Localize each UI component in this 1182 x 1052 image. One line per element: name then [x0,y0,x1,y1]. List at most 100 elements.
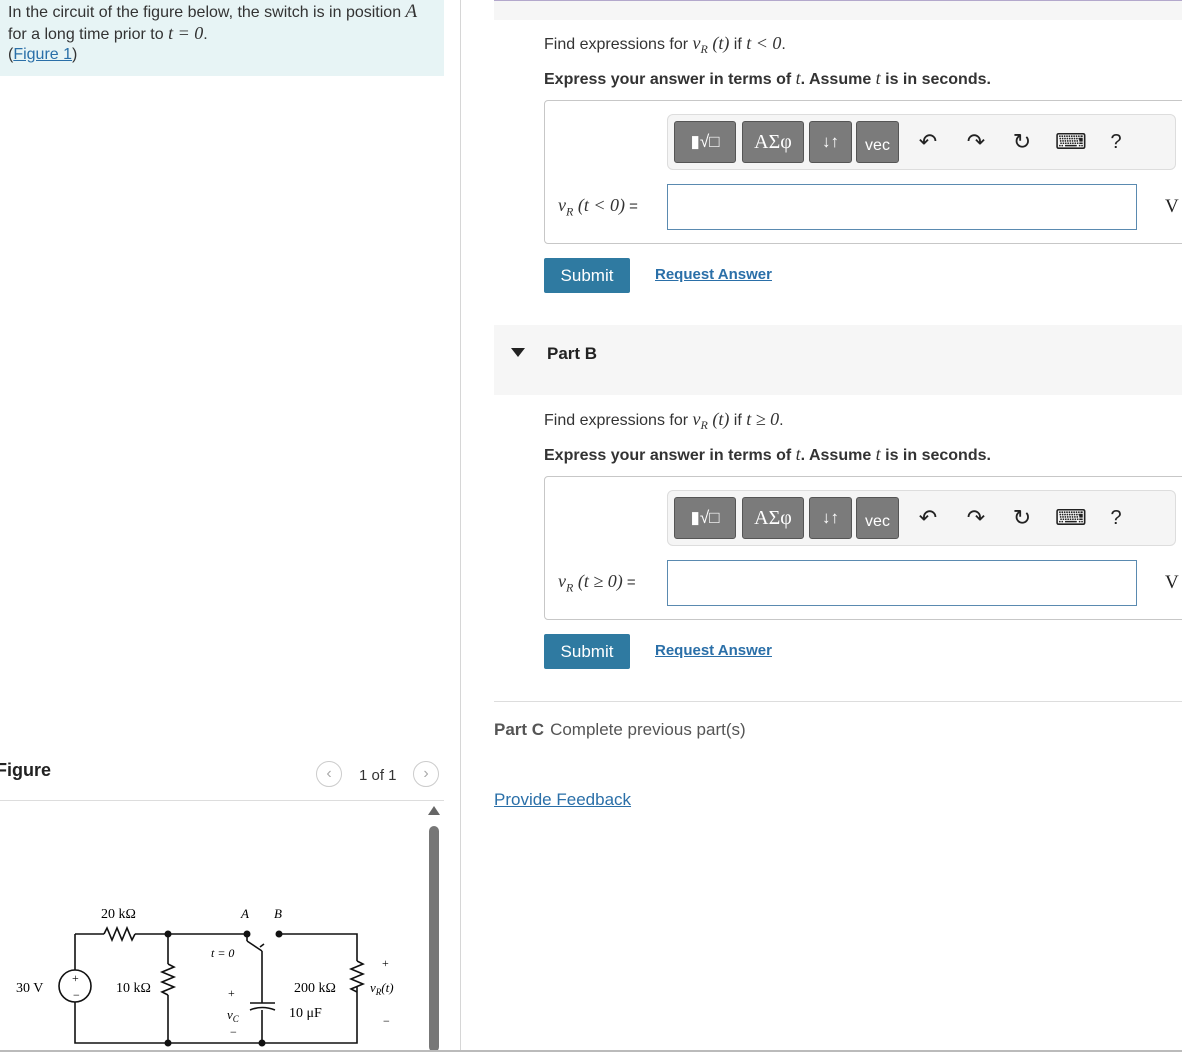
problem-var-a: A [405,1,418,22]
vec-label: vec [865,137,890,154]
problem-period: . [203,26,208,43]
part-a-prompt-end: . [781,36,786,53]
vc-plus: + [228,986,235,1000]
redo-button[interactable]: ↷ [963,129,989,155]
vc-label: vC [227,1007,240,1024]
part-b-instruction: Express your answer in terms of t. Assum… [544,444,991,465]
part-a-label-arg: (t < 0) [573,195,625,215]
templates-button[interactable]: ▮√□ [674,121,736,163]
part-a-header-strip [494,0,1182,20]
vr-arg: (t) [381,980,393,995]
reset-icon: ↻ [1012,505,1032,530]
part-b-title: Part B [547,344,598,363]
part-a-prompt-arg: (t) [707,33,730,53]
part-a-label-var: v [558,195,566,215]
part-b-prompt-var: v [692,409,701,429]
part-a-answer-input[interactable] [667,184,1137,230]
arrows-button[interactable]: ↓↑ [809,497,852,539]
part-a-request-answer-link[interactable]: Request Answer [655,266,772,283]
vr-minus: − [383,1014,390,1028]
part-a-prompt: Find expressions for vR (t) if t < 0. [544,33,786,57]
part-b-prompt-if: if [729,412,747,429]
keyboard-button[interactable]: ⌨ [1055,129,1087,155]
part-a-prompt-cond: t < 0 [746,33,782,53]
reset-button[interactable]: ↻ [1009,505,1035,531]
vector-button[interactable]: vec [856,497,899,539]
redo-button[interactable]: ↷ [963,505,989,531]
part-b-equation-label: vR (t ≥ 0) = [558,571,636,596]
arrows-button[interactable]: ↓↑ [809,121,852,163]
templates-button[interactable]: ▮√□ [674,497,736,539]
templates-icon: ▮√□ [690,508,720,527]
part-b-answer-input[interactable] [667,560,1137,606]
problem-math-t0: t = 0 [168,23,204,43]
part-b-request-answer-link[interactable]: Request Answer [655,642,772,659]
figure-scrollbar-thumb[interactable] [429,826,439,1052]
vc-sub: C [233,1014,240,1024]
undo-button[interactable]: ↶ [915,505,941,531]
part-b-submit-button[interactable]: Submit [544,634,630,669]
problem-text: In the circuit of the figure below, the … [8,2,417,65]
part-a-prompt-text: Find expressions for [544,36,693,53]
part-b-header[interactable] [494,325,1182,395]
provide-feedback-link[interactable]: Provide Feedback [494,790,631,810]
source-plus: + [72,971,79,985]
redo-icon: ↷ [966,505,986,530]
caret-down-icon[interactable] [511,348,525,357]
part-c-status: Complete previous part(s) [550,720,746,739]
figure-title: Figure [0,760,52,780]
greek-symbols-button[interactable]: ΑΣφ [742,121,804,163]
column-divider [460,0,461,1052]
part-a-answer-box: ▮√□ ΑΣφ ↓↑ vec ↶ ↷ ↻ ⌨ ? vR (t < 0) = V [544,100,1182,244]
greek-symbols-button[interactable]: ΑΣφ [742,497,804,539]
figure-link[interactable]: Figure 1 [13,46,72,63]
undo-button[interactable]: ↶ [915,129,941,155]
part-b-instr-end: is in seconds. [880,447,991,464]
chevron-left-icon: ‹ [326,765,332,782]
vector-button[interactable]: vec [856,121,899,163]
arrows-icon: ↓↑ [822,508,839,527]
undo-icon: ↶ [918,505,938,530]
part-a-prompt-var: v [692,33,701,53]
next-figure-button[interactable]: › [413,761,439,787]
chevron-right-icon: › [423,765,429,782]
arrows-icon: ↓↑ [822,132,839,151]
part-a-instr-text: Express your answer in terms of [544,71,796,88]
switch-pos-b: B [274,906,282,921]
part-a-prompt-if: if [729,36,747,53]
part-b-prompt-cond: t ≥ 0 [746,409,780,429]
part-c-row: Part C Complete previous part(s) [494,720,746,740]
greek-icon: ΑΣφ [754,507,792,529]
vc-minus: − [230,1025,237,1039]
help-icon: ? [1110,507,1122,529]
prev-figure-button[interactable]: ‹ [316,761,342,787]
source-minus: − [73,988,80,1002]
r3-label: 200 kΩ [294,981,336,996]
keyboard-button[interactable]: ⌨ [1055,505,1087,531]
part-a-instruction: Express your answer in terms of t. Assum… [544,68,991,89]
circuit-diagram: + − 30 V 20 kΩ 10 kΩ A B t = 0 + vC − 20… [16,906,394,1047]
part-b-math-toolbar: ▮√□ ΑΣφ ↓↑ vec ↶ ↷ ↻ ⌨ ? [667,490,1176,546]
part-a-unit: V [1165,196,1179,217]
r1-label: 20 kΩ [101,907,136,922]
part-b-label-arg: (t ≥ 0) [573,571,623,591]
part-a-instr-mid: . Assume [800,71,876,88]
problem-statement-box: In the circuit of the figure below, the … [0,0,444,76]
reset-icon: ↻ [1012,129,1032,154]
problem-line1: In the circuit of the figure below, the … [8,4,406,21]
part-a-label-eq: = [624,198,638,215]
source-voltage-label: 30 V [16,981,43,996]
r2-label: 10 kΩ [116,981,151,996]
switch-time-label: t = 0 [211,946,234,960]
help-button[interactable]: ? [1103,505,1129,531]
part-b-prompt: Find expressions for vR (t) if t ≥ 0. [544,409,784,433]
part-a-submit-button[interactable]: Submit [544,258,630,293]
greek-icon: ΑΣφ [754,131,792,153]
part-a-prompt-sub: R [700,42,708,57]
reset-button[interactable]: ↻ [1009,129,1035,155]
redo-icon: ↷ [966,129,986,154]
vec-label: vec [865,513,890,530]
part-a-instr-end: is in seconds. [880,71,991,88]
help-button[interactable]: ? [1103,129,1129,155]
scroll-up-arrow-icon[interactable] [428,806,440,815]
